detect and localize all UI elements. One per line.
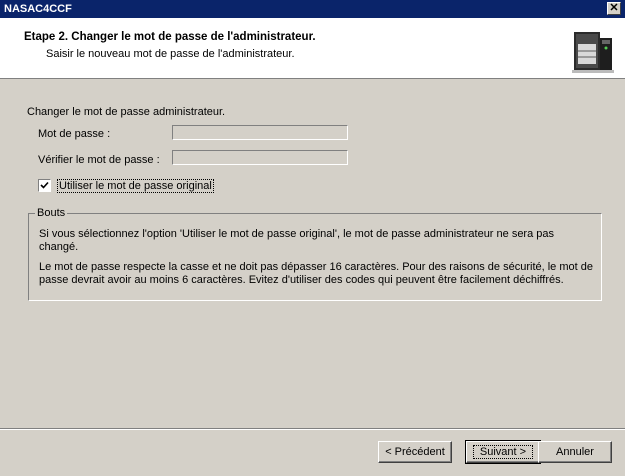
tips-legend: Bouts xyxy=(35,207,68,219)
verify-password-field[interactable] xyxy=(172,150,348,165)
back-button[interactable]: < Précédent xyxy=(378,441,452,463)
section-label: Changer le mot de passe administrateur. xyxy=(27,106,226,118)
tip-original-password: Si vous sélectionnez l'option 'Utiliser … xyxy=(39,228,555,253)
use-original-password-label: Utiliser le mot de passe original xyxy=(57,179,214,193)
checkmark-icon xyxy=(40,181,49,189)
password-field[interactable] xyxy=(172,125,348,140)
wizard-window: NASAC4CCF ✕ Etape 2. Changer le mot de p… xyxy=(0,0,625,476)
wizard-header: Etape 2. Changer le mot de passe de l'ad… xyxy=(0,18,625,79)
step-subtitle: Saisir le nouveau mot de passe de l'admi… xyxy=(46,48,295,60)
verify-password-label: Vérifier le mot de passe : xyxy=(38,154,160,166)
title-bar[interactable]: NASAC4CCF ✕ xyxy=(0,0,625,18)
close-icon: ✕ xyxy=(609,2,619,14)
server-icon xyxy=(572,32,614,73)
footer-separator xyxy=(0,428,625,430)
close-button[interactable]: ✕ xyxy=(607,2,621,15)
tips-groupbox: Bouts Si vous sélectionnez l'option 'Uti… xyxy=(28,207,602,301)
window-title: NASAC4CCF xyxy=(4,3,72,15)
next-button[interactable]: Suivant > xyxy=(465,440,541,464)
cancel-button[interactable]: Annuler xyxy=(538,441,612,463)
password-label: Mot de passe : xyxy=(38,128,111,140)
step-title: Etape 2. Changer le mot de passe de l'ad… xyxy=(24,31,316,43)
wizard-content: Changer le mot de passe administrateur. … xyxy=(0,80,625,428)
use-original-password-checkbox[interactable] xyxy=(38,179,51,192)
tip-password-rules: Le mot de passe respecte la casse et ne … xyxy=(39,261,593,286)
